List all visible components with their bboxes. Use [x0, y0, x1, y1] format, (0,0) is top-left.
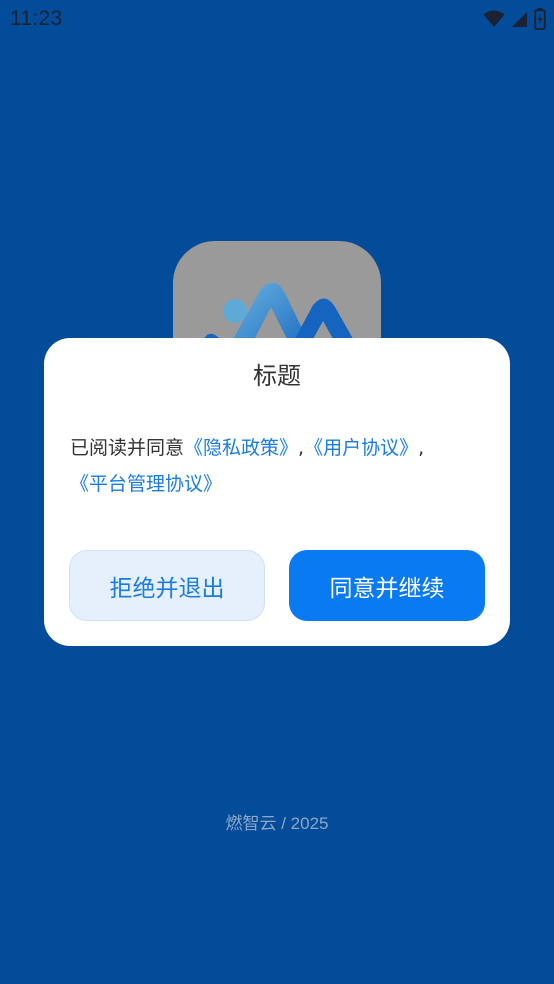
status-bar: 11:23 [0, 0, 554, 38]
app-screen: 11:23 标题 已阅读并同意《隐私政策》,《用户协议》, 《平台管理协议》 拒… [0, 0, 554, 984]
battery-icon [534, 8, 546, 30]
status-time: 11:23 [10, 7, 63, 30]
reject-and-exit-button[interactable]: 拒绝并退出 [69, 550, 265, 621]
consent-text: 已阅读并同意 [70, 437, 185, 459]
consent-dialog: 标题 已阅读并同意《隐私政策》,《用户协议》, 《平台管理协议》 拒绝并退出 同… [44, 338, 510, 646]
agree-and-continue-button[interactable]: 同意并继续 [289, 550, 485, 621]
status-icons [483, 8, 546, 30]
footer-copyright: 燃智云 / 2025 [225, 814, 329, 833]
signal-icon [511, 11, 528, 28]
platform-agreement-link[interactable]: 《平台管理协议》 [70, 473, 222, 495]
user-agreement-link[interactable]: 《用户协议》 [304, 437, 418, 459]
separator: , [418, 437, 425, 459]
dialog-title: 标题 [253, 362, 301, 390]
wifi-icon [483, 10, 505, 28]
dialog-body: 已阅读并同意《隐私政策》,《用户协议》, 《平台管理协议》 [70, 430, 484, 502]
privacy-policy-link[interactable]: 《隐私政策》 [184, 437, 298, 459]
